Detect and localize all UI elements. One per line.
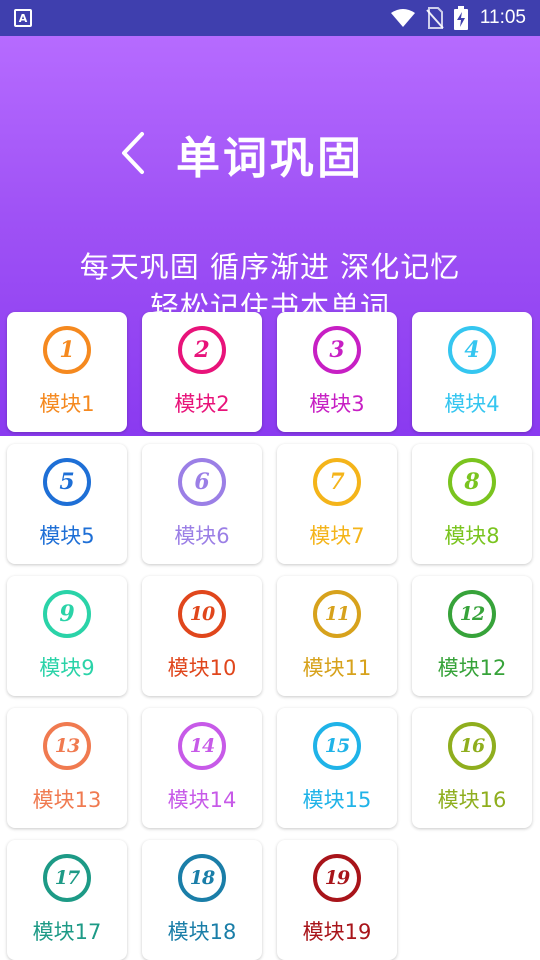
status-bar: A 11:05 — [0, 0, 540, 36]
module-number-badge: 2 — [178, 326, 226, 374]
module-label: 模块8 — [444, 524, 500, 548]
module-number-badge: 14 — [178, 722, 226, 770]
module-card-9[interactable]: 9 模块9 — [7, 576, 127, 696]
module-label: 模块15 — [302, 788, 372, 812]
page-title: 单词巩固 — [176, 133, 364, 184]
module-number-badge: 11 — [313, 590, 361, 638]
module-number-badge: 6 — [178, 458, 226, 506]
battery-charging-icon — [453, 6, 468, 30]
module-label: 模块19 — [302, 920, 372, 944]
module-label: 模块2 — [174, 392, 230, 416]
module-card-7[interactable]: 7 模块7 — [277, 444, 397, 564]
module-card-4[interactable]: 4 模块4 — [412, 312, 532, 432]
module-number-badge: 1 — [43, 326, 91, 374]
module-label: 模块11 — [302, 656, 372, 680]
module-card-2[interactable]: 2 模块2 — [142, 312, 262, 432]
module-number-badge: 19 — [313, 854, 361, 902]
module-label: 模块7 — [309, 524, 365, 548]
module-label: 模块14 — [167, 788, 237, 812]
module-card-13[interactable]: 13 模块13 — [7, 708, 127, 828]
back-arrow-icon[interactable] — [118, 130, 148, 176]
module-label: 模块18 — [167, 920, 237, 944]
module-label: 模块12 — [437, 656, 507, 680]
module-label: 模块4 — [444, 392, 500, 416]
module-label: 模块1 — [39, 392, 95, 416]
module-number-badge: 13 — [43, 722, 91, 770]
module-number-badge: 18 — [178, 854, 226, 902]
module-card-15[interactable]: 15 模块15 — [277, 708, 397, 828]
module-number-badge: 12 — [448, 590, 496, 638]
module-card-18[interactable]: 18 模块18 — [142, 840, 262, 960]
subtitle: 每天巩固 循序渐进 深化记忆 — [79, 250, 461, 284]
module-number-badge: 5 — [43, 458, 91, 506]
module-number-badge: 9 — [43, 590, 91, 638]
module-card-14[interactable]: 14 模块14 — [142, 708, 262, 828]
module-card-8[interactable]: 8 模块8 — [412, 444, 532, 564]
module-card-3[interactable]: 3 模块3 — [277, 312, 397, 432]
module-number-badge: 4 — [448, 326, 496, 374]
module-number-badge: 7 — [313, 458, 361, 506]
module-card-5[interactable]: 5 模块5 — [7, 444, 127, 564]
module-number-badge: 17 — [43, 854, 91, 902]
module-number-badge: 10 — [178, 590, 226, 638]
no-sim-icon — [426, 7, 444, 29]
module-number-badge: 15 — [313, 722, 361, 770]
module-card-19[interactable]: 19 模块19 — [277, 840, 397, 960]
module-label: 模块9 — [39, 656, 95, 680]
module-label: 模块13 — [32, 788, 102, 812]
module-card-10[interactable]: 10 模块10 — [142, 576, 262, 696]
subtitle-line-2: 轻松记住书本单词 — [149, 290, 390, 312]
module-card-11[interactable]: 11 模块11 — [277, 576, 397, 696]
module-number-badge: 16 — [448, 722, 496, 770]
module-label: 模块5 — [39, 524, 95, 548]
module-card-12[interactable]: 12 模块12 — [412, 576, 532, 696]
module-label: 模块6 — [174, 524, 230, 548]
app-notification-icon: A — [14, 9, 32, 27]
module-card-6[interactable]: 6 模块6 — [142, 444, 262, 564]
wifi-icon — [390, 9, 415, 27]
clock: 11:05 — [479, 7, 526, 28]
module-card-16[interactable]: 16 模块16 — [412, 708, 532, 828]
module-label: 模块10 — [167, 656, 237, 680]
module-label: 模块16 — [437, 788, 507, 812]
module-label: 模块17 — [32, 920, 102, 944]
module-number-badge: 8 — [448, 458, 496, 506]
module-card-1[interactable]: 1 模块1 — [7, 312, 127, 432]
module-label: 模块3 — [309, 392, 365, 416]
module-number-badge: 3 — [313, 326, 361, 374]
module-card-17[interactable]: 17 模块17 — [7, 840, 127, 960]
